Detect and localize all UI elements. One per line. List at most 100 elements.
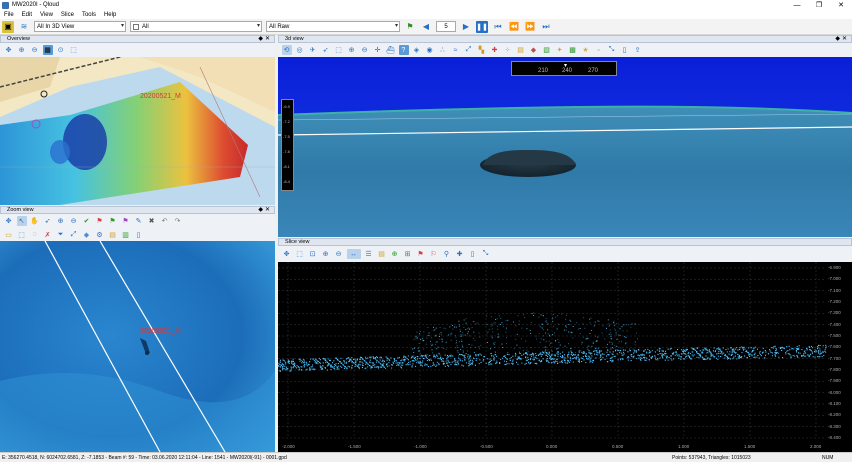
flag-red-alt-icon[interactable]: ⚐ bbox=[429, 249, 439, 259]
eraser-icon[interactable]: ✗ bbox=[43, 230, 53, 240]
rectangle-select-icon[interactable]: ⬚ bbox=[17, 230, 27, 240]
select-icon[interactable]: ⬚ bbox=[295, 249, 305, 259]
accept-icon[interactable]: ✔ bbox=[82, 216, 92, 226]
zoom-seafloor[interactable] bbox=[0, 241, 275, 452]
zoom-in-icon[interactable]: ⊕ bbox=[347, 45, 357, 55]
fit-points-icon[interactable]: ⊞ bbox=[403, 249, 413, 259]
skip-end-icon[interactable]: ⏭ bbox=[540, 21, 552, 33]
view-mode-select[interactable]: All In 3D View ▾ bbox=[34, 21, 126, 32]
paint-icon[interactable]: ◆ bbox=[82, 230, 92, 240]
water-icon[interactable]: ≈ bbox=[451, 45, 461, 55]
overview-map-canvas[interactable] bbox=[0, 57, 275, 205]
palette-icon[interactable]: ▤ bbox=[516, 45, 526, 55]
expand-icon[interactable]: ⤢ bbox=[69, 230, 79, 240]
view3d-canvas[interactable]: 210 240 270 ▾ -6.9 -7.2 -7.5 -7.8 -8.1 -… bbox=[278, 57, 852, 237]
slice-plot[interactable]: -6.900 -7.000 -7.100 -7.200 -7.300 -7.400 -7.5… bbox=[278, 262, 852, 452]
panel-controls[interactable]: ◆✕ bbox=[835, 35, 849, 42]
crosshair-icon[interactable]: ✛ bbox=[373, 45, 383, 55]
star-icon[interactable]: ★ bbox=[581, 45, 591, 55]
rewind-icon[interactable]: ⏪ bbox=[508, 21, 520, 33]
hand-icon[interactable]: ✋ bbox=[30, 216, 40, 226]
overview-map[interactable]: 20200521_M bbox=[0, 57, 275, 205]
flag-red-icon[interactable]: ⚑ bbox=[95, 216, 105, 226]
delete-icon[interactable]: ✖ bbox=[147, 216, 157, 226]
layers-icon[interactable]: ◆ bbox=[529, 45, 539, 55]
zoom-to-points-icon[interactable]: ⊕ bbox=[390, 249, 400, 259]
camera-icon[interactable]: ✈ bbox=[308, 45, 318, 55]
zoom-in-icon[interactable]: ⊕ bbox=[321, 249, 331, 259]
maximize-button[interactable]: ❐ bbox=[808, 0, 830, 10]
expand-icon[interactable]: ⤢ bbox=[464, 45, 474, 55]
flag-red-icon[interactable]: ⚑ bbox=[416, 249, 426, 259]
layers-icon[interactable]: ≋ bbox=[18, 21, 30, 33]
document-icon[interactable]: ▯ bbox=[134, 230, 144, 240]
pan-icon[interactable]: ✥ bbox=[282, 249, 292, 259]
menu-edit[interactable]: Edit bbox=[22, 12, 32, 18]
play-icon[interactable]: ▶ bbox=[460, 21, 472, 33]
zoom-out-icon[interactable]: ⊖ bbox=[69, 216, 79, 226]
menu-slice[interactable]: Slice bbox=[61, 12, 74, 18]
pointer-icon[interactable]: ➶ bbox=[321, 45, 331, 55]
filter-select[interactable]: All ▾ bbox=[130, 21, 262, 32]
select-icon[interactable]: ⬚ bbox=[69, 45, 79, 55]
close-button[interactable]: ✕ bbox=[830, 0, 852, 10]
palette-icon[interactable]: ▤ bbox=[108, 230, 118, 240]
filter-icon[interactable]: ⏷ bbox=[56, 230, 66, 240]
slice-plot-canvas[interactable] bbox=[278, 262, 852, 452]
zoom-view-canvas[interactable]: 20200521_M bbox=[0, 241, 275, 452]
menu-tools[interactable]: Tools bbox=[82, 12, 96, 18]
menu-help[interactable]: Help bbox=[104, 12, 116, 18]
zoom-out-icon[interactable]: ⊖ bbox=[334, 249, 344, 259]
flag-icon[interactable]: ⚑ bbox=[404, 21, 416, 33]
flag-purple-icon[interactable]: ⚑ bbox=[121, 216, 131, 226]
chart-icon[interactable]: ▚ bbox=[477, 45, 487, 55]
mesh-icon[interactable]: ◉ bbox=[425, 45, 435, 55]
skip-start-icon[interactable]: ⏮ bbox=[492, 21, 504, 33]
zoom-extent-icon[interactable]: ⊙ bbox=[56, 45, 66, 55]
fast-forward-icon[interactable]: ⏩ bbox=[524, 21, 536, 33]
panel-controls[interactable]: ◆✕ bbox=[258, 206, 272, 213]
pointer-icon[interactable]: ➶ bbox=[43, 216, 53, 226]
fit-icon[interactable]: ⊡ bbox=[308, 249, 318, 259]
help-icon[interactable]: ? bbox=[398, 45, 409, 55]
zoom-in-icon[interactable]: ⊕ bbox=[17, 45, 27, 55]
folder-icon[interactable]: ▭ bbox=[4, 230, 14, 240]
step-back-icon[interactable]: ◀ bbox=[420, 21, 432, 33]
pause-icon[interactable]: ❚❚ bbox=[476, 20, 488, 33]
points-icon[interactable]: ∴ bbox=[438, 45, 448, 55]
menu-file[interactable]: File bbox=[4, 12, 14, 18]
layer-icon[interactable]: ▥ bbox=[121, 230, 131, 240]
panel-controls[interactable]: ◆✕ bbox=[258, 35, 272, 42]
rotate-icon[interactable]: ⟲ bbox=[281, 45, 292, 55]
zoom-out-icon[interactable]: ⊖ bbox=[30, 45, 40, 55]
document-icon[interactable]: ▯ bbox=[468, 249, 478, 259]
step-input[interactable]: 5 bbox=[436, 21, 456, 32]
undo-icon[interactable]: ↶ bbox=[160, 216, 170, 226]
settings-icon[interactable]: ⚙ bbox=[95, 230, 105, 240]
checkbox-icon[interactable] bbox=[133, 23, 139, 30]
open-project-icon[interactable]: ▣ bbox=[2, 20, 14, 33]
add-icon[interactable]: ✚ bbox=[455, 249, 465, 259]
horizontal-range-icon[interactable]: ↔ bbox=[346, 249, 361, 259]
menu-view[interactable]: View bbox=[40, 12, 53, 18]
view3d-scene[interactable] bbox=[278, 57, 852, 237]
export-icon[interactable]: ⇪ bbox=[633, 45, 643, 55]
pan-icon[interactable]: ✥ bbox=[4, 45, 14, 55]
minimize-button[interactable]: — bbox=[786, 0, 808, 10]
measure-icon[interactable]: ⤡ bbox=[481, 249, 491, 259]
surface-icon[interactable]: ◈ bbox=[412, 45, 422, 55]
dots-icon[interactable]: ⁘ bbox=[503, 45, 513, 55]
texture-icon[interactable]: ▩ bbox=[568, 45, 578, 55]
map-icon[interactable]: ▧ bbox=[542, 45, 552, 55]
edit-icon[interactable]: ✎ bbox=[134, 216, 144, 226]
lasso-icon[interactable]: ◌ bbox=[30, 230, 40, 240]
fit-icon[interactable]: ⬚ bbox=[334, 45, 344, 55]
document-icon[interactable]: ▯ bbox=[620, 45, 630, 55]
light-icon[interactable]: ✦ bbox=[555, 45, 565, 55]
flag-green-icon[interactable]: ⚑ bbox=[108, 216, 118, 226]
ruler-icon[interactable]: ⤡ bbox=[607, 45, 617, 55]
data-source-select[interactable]: All Raw ▾ bbox=[266, 21, 400, 32]
pan-icon[interactable]: ✥ bbox=[4, 216, 14, 226]
grid-icon[interactable]: ▦ bbox=[42, 45, 53, 55]
orbit-icon[interactable]: ◎ bbox=[295, 45, 305, 55]
